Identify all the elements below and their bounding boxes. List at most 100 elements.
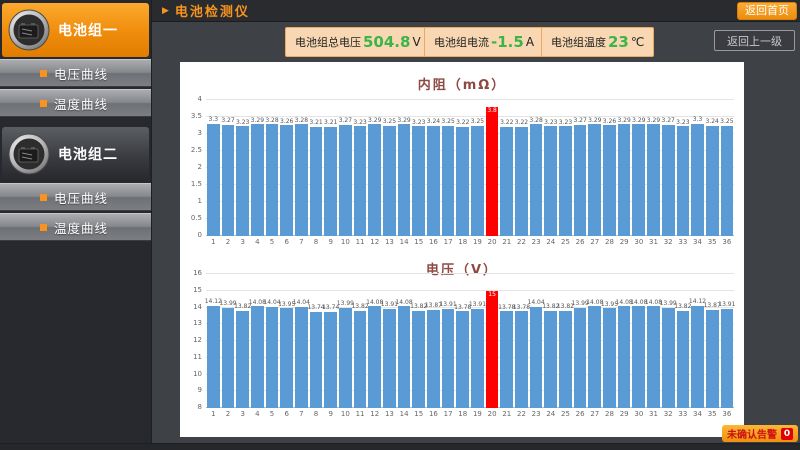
bar: 13.82 (234, 303, 251, 408)
bar-slot: 13.99 (337, 274, 354, 408)
bar-slot: 3.21 (323, 100, 338, 236)
bar-slot: 3.27 (221, 100, 236, 236)
y-axis-tick: 12 (193, 336, 202, 344)
bar: 3.29 (397, 117, 411, 236)
x-axis-tick: 7 (299, 238, 304, 246)
bar-value-label: 3.26 (602, 117, 617, 125)
chart-plot-area: 8 9 10 11 12 13 14 15 16 14.12 13.99 13.82 14.08 14.0… (193, 270, 735, 411)
bar-slot: 3.23 (676, 100, 691, 236)
bar-slot: 14.04 (293, 274, 310, 408)
bar: 3.23 (676, 119, 690, 236)
y-axis-tick: 13 (193, 319, 202, 328)
bar-highlighted: 15 (485, 290, 499, 408)
x-axis-tick: 12 (370, 410, 380, 418)
x-axis-tick: 33 (678, 410, 688, 418)
y-axis-tick: 2.5 (190, 146, 202, 154)
x-axis-tick: 35 (707, 238, 717, 246)
sidebar-item-label: 温度曲线 (54, 96, 109, 112)
bar-slot: 3.24 (705, 100, 720, 236)
y-axis-tick: 8 (197, 403, 202, 411)
bullet-icon (40, 69, 47, 77)
x-axis-tick: 33 (678, 238, 688, 246)
bar-slot: 13.82 (234, 274, 251, 408)
unconfirmed-alarm-badge[interactable]: 未确认告警 0 (722, 425, 798, 442)
sidebar-group-battery-2[interactable]: 电池组二 (2, 127, 149, 181)
y-axis-tick: 14 (193, 302, 202, 311)
x-axis-tick: 15 (414, 410, 424, 418)
y-axis-tick: 4 (197, 95, 202, 103)
stat-value: -1.5 (491, 33, 524, 51)
bar-value-label: 3.3 (208, 116, 219, 124)
x-axis-tick: 13 (384, 410, 394, 418)
stat-value: 23 (608, 33, 629, 51)
bar: 3.25 (471, 118, 484, 236)
bar-value-label: 3.22 (514, 118, 529, 126)
bar-value-label: 3.28 (265, 116, 279, 124)
bar-slot: 13.95 (601, 274, 618, 408)
bar: 14.04 (263, 300, 281, 408)
bar: 14.08 (366, 299, 383, 408)
bar: 3.22 (515, 119, 528, 236)
bar-slot: 3.27 (573, 100, 588, 236)
bar-value-label: 3.21 (324, 119, 338, 127)
x-axis-tick: 14 (399, 410, 409, 418)
bar: 3.23 (353, 119, 367, 236)
bar-slot: 13.87 (425, 274, 442, 408)
sidebar: 电池组一 电压曲线 温度曲线 电池组二 电压曲线 温度曲线 (0, 0, 152, 443)
sidebar-item-temperature-curve-2[interactable]: 温度曲线 (0, 213, 151, 241)
x-axis-tick: 5 (269, 410, 275, 418)
bar: 3.22 (456, 119, 469, 236)
x-axis-tick: 10 (340, 410, 350, 418)
bar-slot: 13.99 (219, 274, 237, 408)
bar-slot: 14.12 (205, 274, 222, 408)
bar-slot: 13.91 (469, 274, 486, 408)
x-axis-tick: 27 (590, 238, 600, 246)
bar-value-label: 3.25 (441, 117, 455, 125)
sidebar-item-voltage-curve-2[interactable]: 电压曲线 (0, 183, 151, 211)
bar: 14.08 (249, 299, 266, 408)
stat-unit: A (525, 35, 535, 49)
x-axis-tick: 35 (707, 410, 717, 418)
bar-value-label: 3.22 (456, 118, 470, 126)
bar: 13.95 (278, 301, 295, 408)
stat-label: 电池组电流 (434, 36, 489, 49)
bar: 14.08 (645, 299, 662, 408)
bar-slot: 3.28 (529, 100, 544, 236)
bar-slot: 13.87 (704, 274, 721, 408)
return-previous-button[interactable]: 返回上一级 (714, 30, 795, 51)
bottom-bar (0, 443, 800, 450)
return-home-button[interactable]: 返回首页 (737, 2, 797, 20)
x-axis-tick: 18 (458, 238, 468, 246)
battery-monitor-app: 电池组一 电压曲线 温度曲线 电池组二 电压曲线 温度曲线 ▶ 电池检测仪 返回… (0, 0, 800, 450)
bar: 3.23 (559, 119, 572, 236)
x-axis-tick: 32 (663, 238, 673, 246)
x-axis-tick: 20 (487, 410, 497, 418)
bar-slot: 3.26 (279, 100, 294, 236)
bar: 14.12 (205, 298, 222, 408)
y-axis-tick: 2 (197, 163, 202, 171)
x-axis-tick: 8 (313, 410, 319, 418)
stat-label: 电池组总电压 (295, 36, 361, 49)
x-axis-tick: 3 (240, 238, 245, 246)
x-axis-tick: 27 (590, 410, 600, 418)
sidebar-group-battery-1[interactable]: 电池组一 (2, 3, 149, 57)
bar-value-label: 3.29 (646, 116, 661, 124)
bar: 3.23 (412, 119, 425, 236)
sidebar-group-label: 电池组一 (58, 23, 118, 39)
x-axis-tick: 31 (649, 238, 658, 246)
x-axis-tick: 14 (399, 238, 409, 246)
bar-slot: 3.23 (411, 100, 426, 236)
x-axis-tick: 25 (561, 410, 570, 418)
bar-value-label: 3.25 (382, 117, 397, 125)
y-axis-tick: 3.5 (190, 112, 202, 120)
sidebar-item-voltage-curve-1[interactable]: 电压曲线 (0, 59, 151, 87)
x-axis-tick: 21 (502, 238, 512, 246)
bar: 3.28 (265, 117, 279, 236)
sidebar-item-temperature-curve-1[interactable]: 温度曲线 (0, 89, 151, 117)
current-box: 电池组电流 -1.5 A (424, 27, 545, 57)
battery-icon (8, 133, 50, 175)
bar-value-label: 3.23 (412, 118, 426, 126)
bar: 3.23 (544, 119, 557, 236)
bar: 14.08 (630, 299, 647, 408)
bar-slot: 13.91 (439, 274, 457, 408)
